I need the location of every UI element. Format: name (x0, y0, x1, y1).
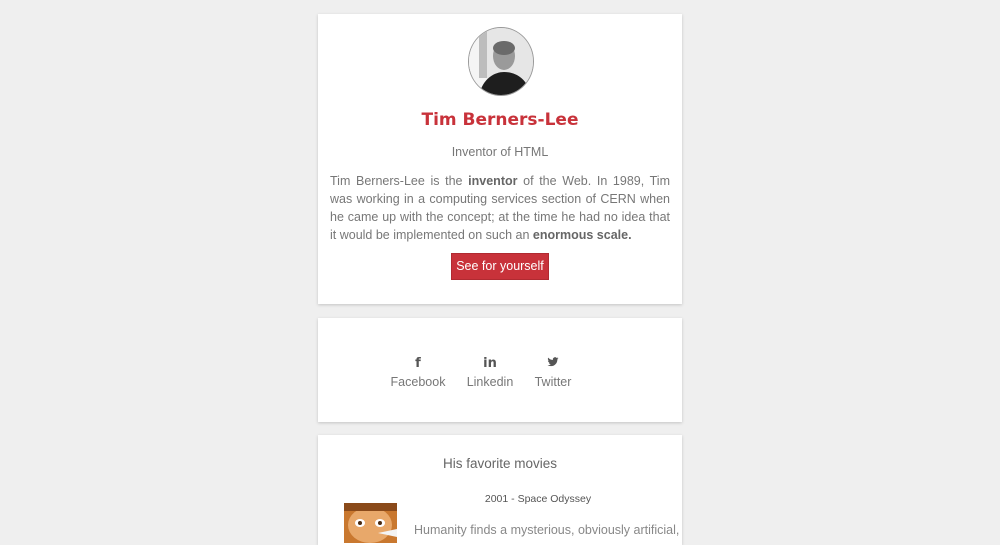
social-card: f Facebook in Linkedin Twitter (318, 318, 682, 422)
social-link-twitter[interactable]: Twitter (517, 356, 589, 389)
profile-card: Tim Berners-Lee Inventor of HTML Tim Ber… (318, 14, 682, 304)
avatar (468, 27, 534, 96)
bio-bold: enormous scale. (532, 228, 632, 242)
avatar-photo (469, 28, 533, 95)
social-label: Linkedin (466, 375, 514, 389)
profile-role: Inventor of HTML (451, 145, 549, 159)
profile-name: Tim Berners-Lee (421, 110, 579, 130)
movie-title: 2001 - Space Odyssey (484, 493, 592, 505)
bio-text: Tim Berners-Lee is the (330, 174, 469, 188)
movies-title: His favorite movies (442, 456, 558, 471)
facebook-icon: f (415, 356, 421, 371)
movie-poster[interactable] (344, 503, 397, 543)
twitter-bird-glyph (547, 357, 559, 367)
social-label: Twitter (534, 375, 572, 389)
twitter-icon (517, 356, 589, 372)
see-for-yourself-button[interactable]: See for yourself (451, 253, 549, 280)
movie-description: Humanity finds a mysterious, obviously a… (414, 523, 680, 537)
movie-poster-image (344, 503, 397, 543)
movies-card: His favorite movies 2001 - Space Odyssey… (318, 435, 682, 545)
profile-bio: Tim Berners-Lee is the inventor of the W… (330, 172, 670, 244)
social-link-facebook[interactable]: f Facebook (380, 356, 456, 389)
social-label: Facebook (390, 375, 446, 389)
bio-bold: inventor (468, 174, 518, 188)
